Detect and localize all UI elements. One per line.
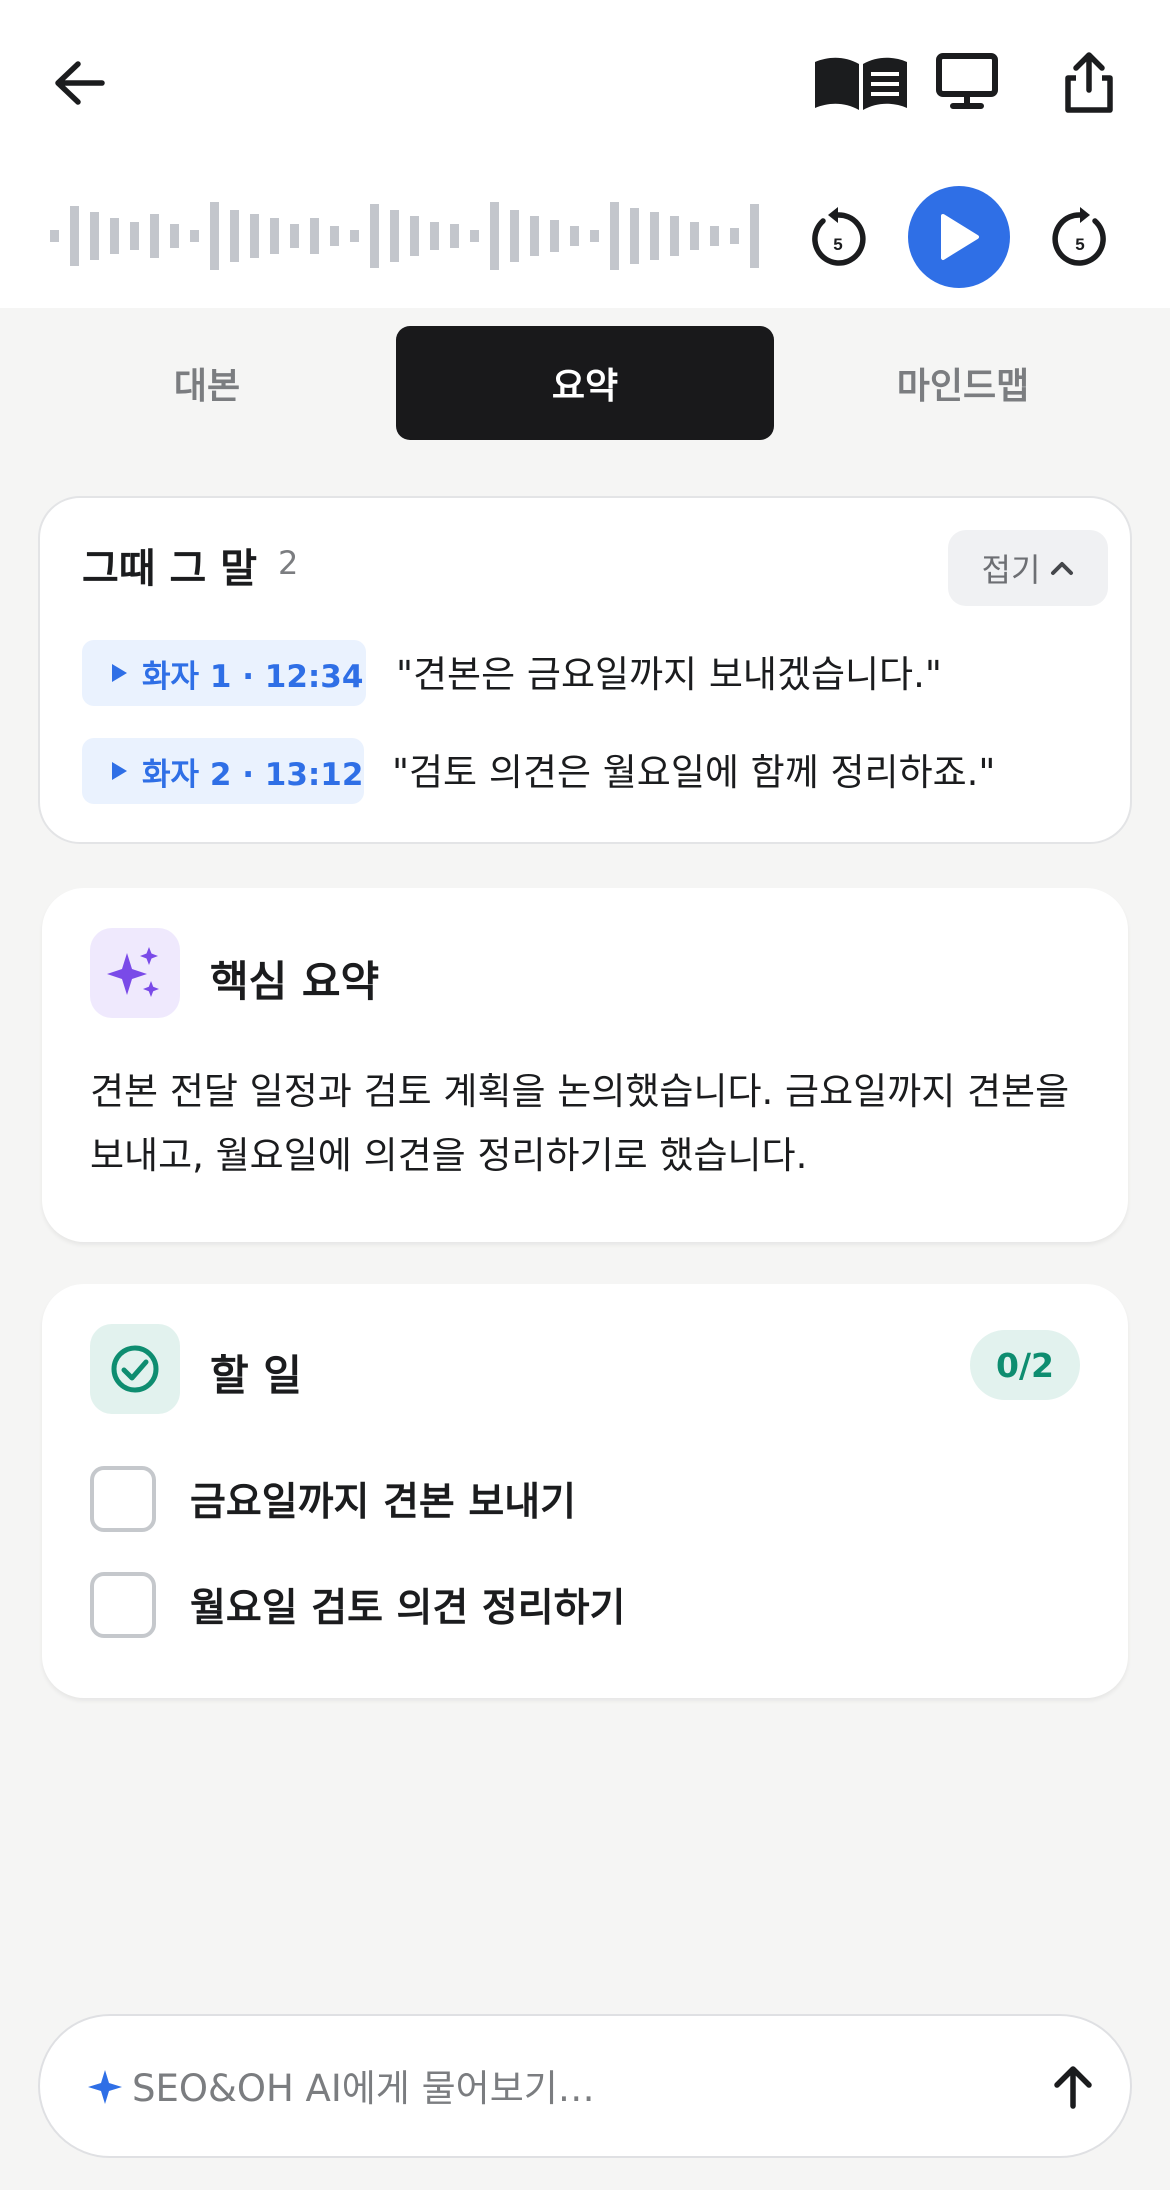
monitor-icon [936, 53, 998, 109]
send-button[interactable] [1040, 2054, 1106, 2120]
view-tabs: 대본 요약 마인드맵 [18, 326, 1152, 442]
share-button[interactable] [1054, 44, 1124, 120]
todo-label: 월요일 검토 의견 정리하기 [190, 1586, 626, 1631]
key-summary-card: 핵심 요약 견본 전달 일정과 검토 계획을 논의했습니다. 금요일까지 견본을… [42, 888, 1128, 1242]
todo-progress-badge: 0/2 [970, 1330, 1080, 1400]
ask-ai-input[interactable] [132, 2050, 1012, 2126]
arrow-left-icon [55, 61, 105, 105]
collapse-label: 접기 [981, 551, 1041, 589]
rewind-icon: 5 [812, 207, 866, 266]
quotes-title: 그때 그 말 [82, 546, 258, 592]
todo-card: 할 일 0/2 금요일까지 견본 보내기 월요일 검토 의견 정리하기 [42, 1284, 1128, 1698]
quote-text: "검토 의견은 월요일에 함께 정리하죠." [392, 751, 996, 794]
chip-label: 화자 2 · 13:12 [142, 756, 364, 793]
chevron-up-icon [1051, 562, 1074, 575]
todo-title: 할 일 [210, 1351, 302, 1400]
quotes-count: 2 [278, 544, 299, 582]
play-icon [941, 214, 979, 260]
todo-item[interactable]: 월요일 검토 의견 정리하기 [90, 1570, 625, 1640]
quote-timestamp-chip[interactable]: 화자 2 · 13:12 [82, 738, 364, 804]
arrow-up-icon [1054, 2066, 1092, 2109]
share-icon [1065, 52, 1113, 113]
forward-icon: 5 [1052, 207, 1106, 266]
todo-checkbox[interactable] [90, 1466, 156, 1532]
rewind-seconds: 5 [833, 235, 842, 254]
ask-ai-bar [38, 2014, 1132, 2158]
todo-checkbox[interactable] [90, 1572, 156, 1638]
forward-seconds: 5 [1075, 235, 1084, 254]
top-bar: 5 5 [0, 0, 1170, 308]
summary-badge [90, 928, 180, 1018]
quote-text: "견본은 금요일까지 보내겠습니다." [396, 653, 942, 696]
sparkle-icon [88, 2070, 122, 2104]
check-circle-icon [111, 1345, 159, 1393]
todo-item[interactable]: 금요일까지 견본 보내기 [90, 1464, 576, 1534]
back-button[interactable] [40, 50, 120, 116]
play-small-icon [112, 762, 127, 780]
forward-5-button[interactable]: 5 [1046, 200, 1114, 276]
screen-mode-button[interactable] [932, 44, 1002, 120]
play-small-icon [112, 664, 127, 682]
collapse-button[interactable]: 접기 [948, 530, 1108, 606]
tab-script[interactable]: 대본 [18, 326, 396, 440]
todo-badge [90, 1324, 180, 1414]
chip-label: 화자 1 · 12:34 [142, 658, 364, 695]
summary-body: 견본 전달 일정과 검토 계획을 논의했습니다. 금요일까지 견본을 보내고, … [90, 1070, 1070, 1177]
book-icon [815, 57, 907, 110]
transcript-book-button[interactable] [808, 46, 914, 122]
tab-summary[interactable]: 요약 [396, 326, 774, 440]
tab-mindmap[interactable]: 마인드맵 [774, 326, 1152, 440]
quotes-card: 그때 그 말 2 접기 화자 1 · 12:34 "견본은 금요일까지 보내겠습… [38, 496, 1132, 844]
todo-label: 금요일까지 견본 보내기 [190, 1480, 576, 1525]
summary-title: 핵심 요약 [210, 957, 380, 1006]
sparkles-icon [107, 947, 159, 997]
audio-waveform[interactable] [50, 196, 760, 276]
play-button[interactable] [908, 186, 1010, 288]
quote-timestamp-chip[interactable]: 화자 1 · 12:34 [82, 640, 366, 706]
rewind-5-button[interactable]: 5 [804, 200, 872, 276]
